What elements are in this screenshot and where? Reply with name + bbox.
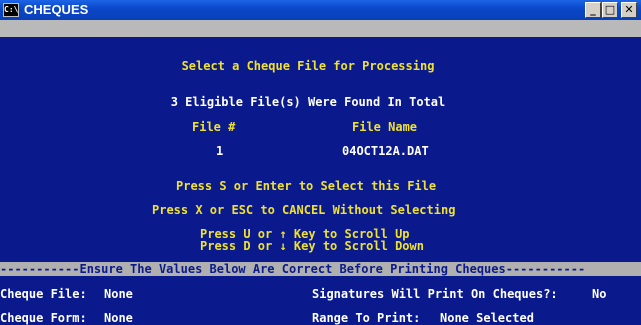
console-window: C:\ CHEQUES _ □ ✕ uniPHARM Wholesale Dru… [0, 0, 641, 325]
window-title: CHEQUES [24, 2, 89, 17]
header-bar: uniPHARM Wholesale Drugs Ltd. VisionCraf… [0, 20, 641, 69]
file-name-header: File Name [352, 120, 418, 134]
page-heading: Select a Cheque File for Processing [181, 59, 435, 73]
select-hint: Press S or Enter to Select this File [176, 179, 437, 193]
cheque-file-value: None [104, 287, 133, 301]
cheque-form-label: Cheque Form: [0, 311, 87, 325]
file-number-header: File # [192, 120, 236, 134]
file-row-name[interactable]: 04OCT12A.DAT [342, 145, 429, 158]
title-bar[interactable]: C:\ CHEQUES _ □ ✕ [0, 0, 641, 20]
close-button[interactable]: ✕ [621, 2, 637, 18]
signatures-value: No [592, 287, 607, 301]
files-found-text: 3 Eligible File(s) Were Found In Total [170, 95, 446, 109]
cancel-hint: Press X or ESC to CANCEL Without Selecti… [152, 203, 456, 217]
separator-banner: -----------Ensure The Values Below Are C… [0, 262, 641, 276]
console-icon[interactable]: C:\ [3, 3, 19, 17]
range-label: Range To Print: [312, 311, 421, 325]
range-value: None Selected [440, 311, 534, 325]
cheque-form-value: None [104, 311, 133, 325]
minimize-button[interactable]: _ [585, 2, 601, 18]
scroll-down-hint: Press D or ↓ Key to Scroll Down [200, 239, 424, 253]
company-name: uniPHARM Wholesale Drugs Ltd. [6, 38, 216, 52]
signatures-label: Signatures Will Print On Cheques?: [312, 287, 558, 301]
maximize-button[interactable]: □ [602, 2, 618, 18]
cheque-file-label: Cheque File: [0, 287, 87, 301]
file-row-number[interactable]: 1 [216, 145, 223, 158]
